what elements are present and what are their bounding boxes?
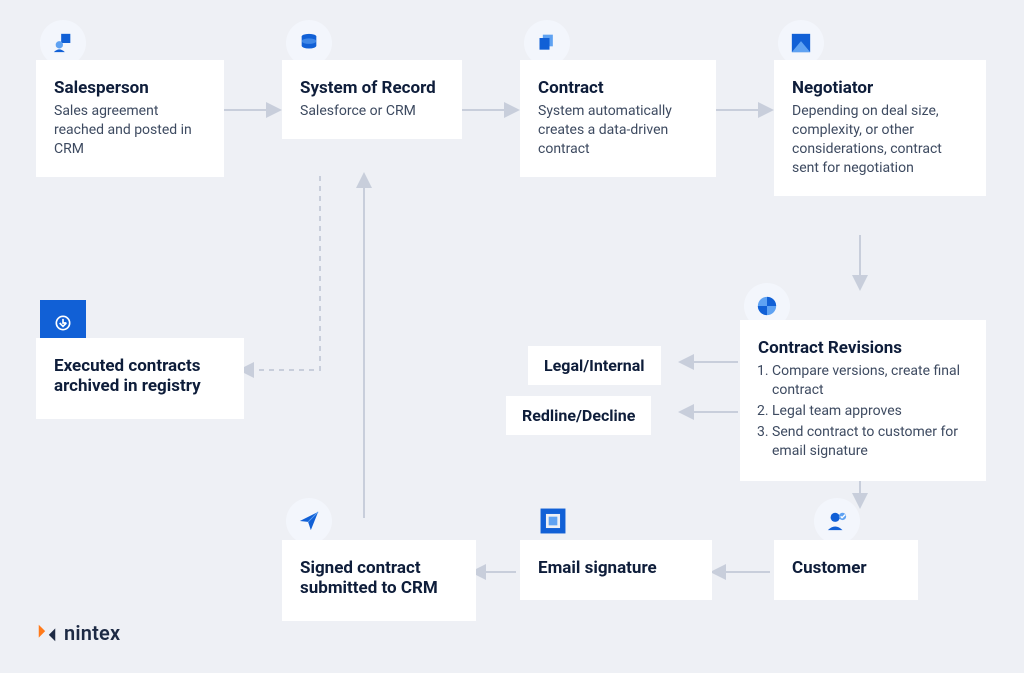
salesperson-desc: Sales agreement reached and posted in CR…: [54, 102, 206, 159]
contract-desc: System automatically creates a data-driv…: [538, 102, 698, 159]
system-of-record-desc: Salesforce or CRM: [300, 102, 444, 121]
send-icon: [286, 498, 332, 544]
card-salesperson: Salesperson Sales agreement reached and …: [36, 60, 224, 177]
brand-logo: nintex: [36, 621, 120, 645]
card-email-signature: Email signature: [520, 540, 712, 600]
card-system-of-record: System of Record Salesforce or CRM: [282, 60, 462, 139]
card-archived: Executed contracts archived in registry: [36, 338, 244, 419]
contract-title: Contract: [538, 78, 698, 98]
customer-title: Customer: [792, 558, 900, 578]
archived-title: Executed contracts archived in registry: [54, 356, 226, 397]
salesperson-title: Salesperson: [54, 78, 206, 98]
negotiator-desc: Depending on deal size, complexity, or o…: [792, 102, 968, 178]
card-contract: Contract System automatically creates a …: [520, 60, 716, 177]
card-signed: Signed contract submitted to CRM: [282, 540, 476, 621]
card-customer: Customer: [774, 540, 918, 600]
label-legal-internal: Legal/Internal: [528, 346, 661, 385]
revisions-item-1: Compare versions, create final contract: [772, 362, 968, 400]
brand-text: nintex: [64, 621, 120, 645]
signed-title: Signed contract submitted to CRM: [300, 558, 458, 599]
system-of-record-title: System of Record: [300, 78, 444, 98]
revisions-title: Contract Revisions: [758, 338, 968, 358]
card-negotiator: Negotiator Depending on deal size, compl…: [774, 60, 986, 196]
email-signature-title: Email signature: [538, 558, 694, 578]
signature-icon: [530, 498, 576, 544]
nintex-icon: [36, 622, 58, 644]
revisions-item-2: Legal team approves: [772, 402, 968, 421]
revisions-list: Compare versions, create final contract …: [758, 362, 968, 460]
revisions-item-3: Send contract to customer for email sign…: [772, 423, 968, 461]
negotiator-title: Negotiator: [792, 78, 968, 98]
customer-icon: [814, 498, 860, 544]
label-redline-decline: Redline/Decline: [506, 396, 651, 435]
card-contract-revisions: Contract Revisions Compare versions, cre…: [740, 320, 986, 481]
